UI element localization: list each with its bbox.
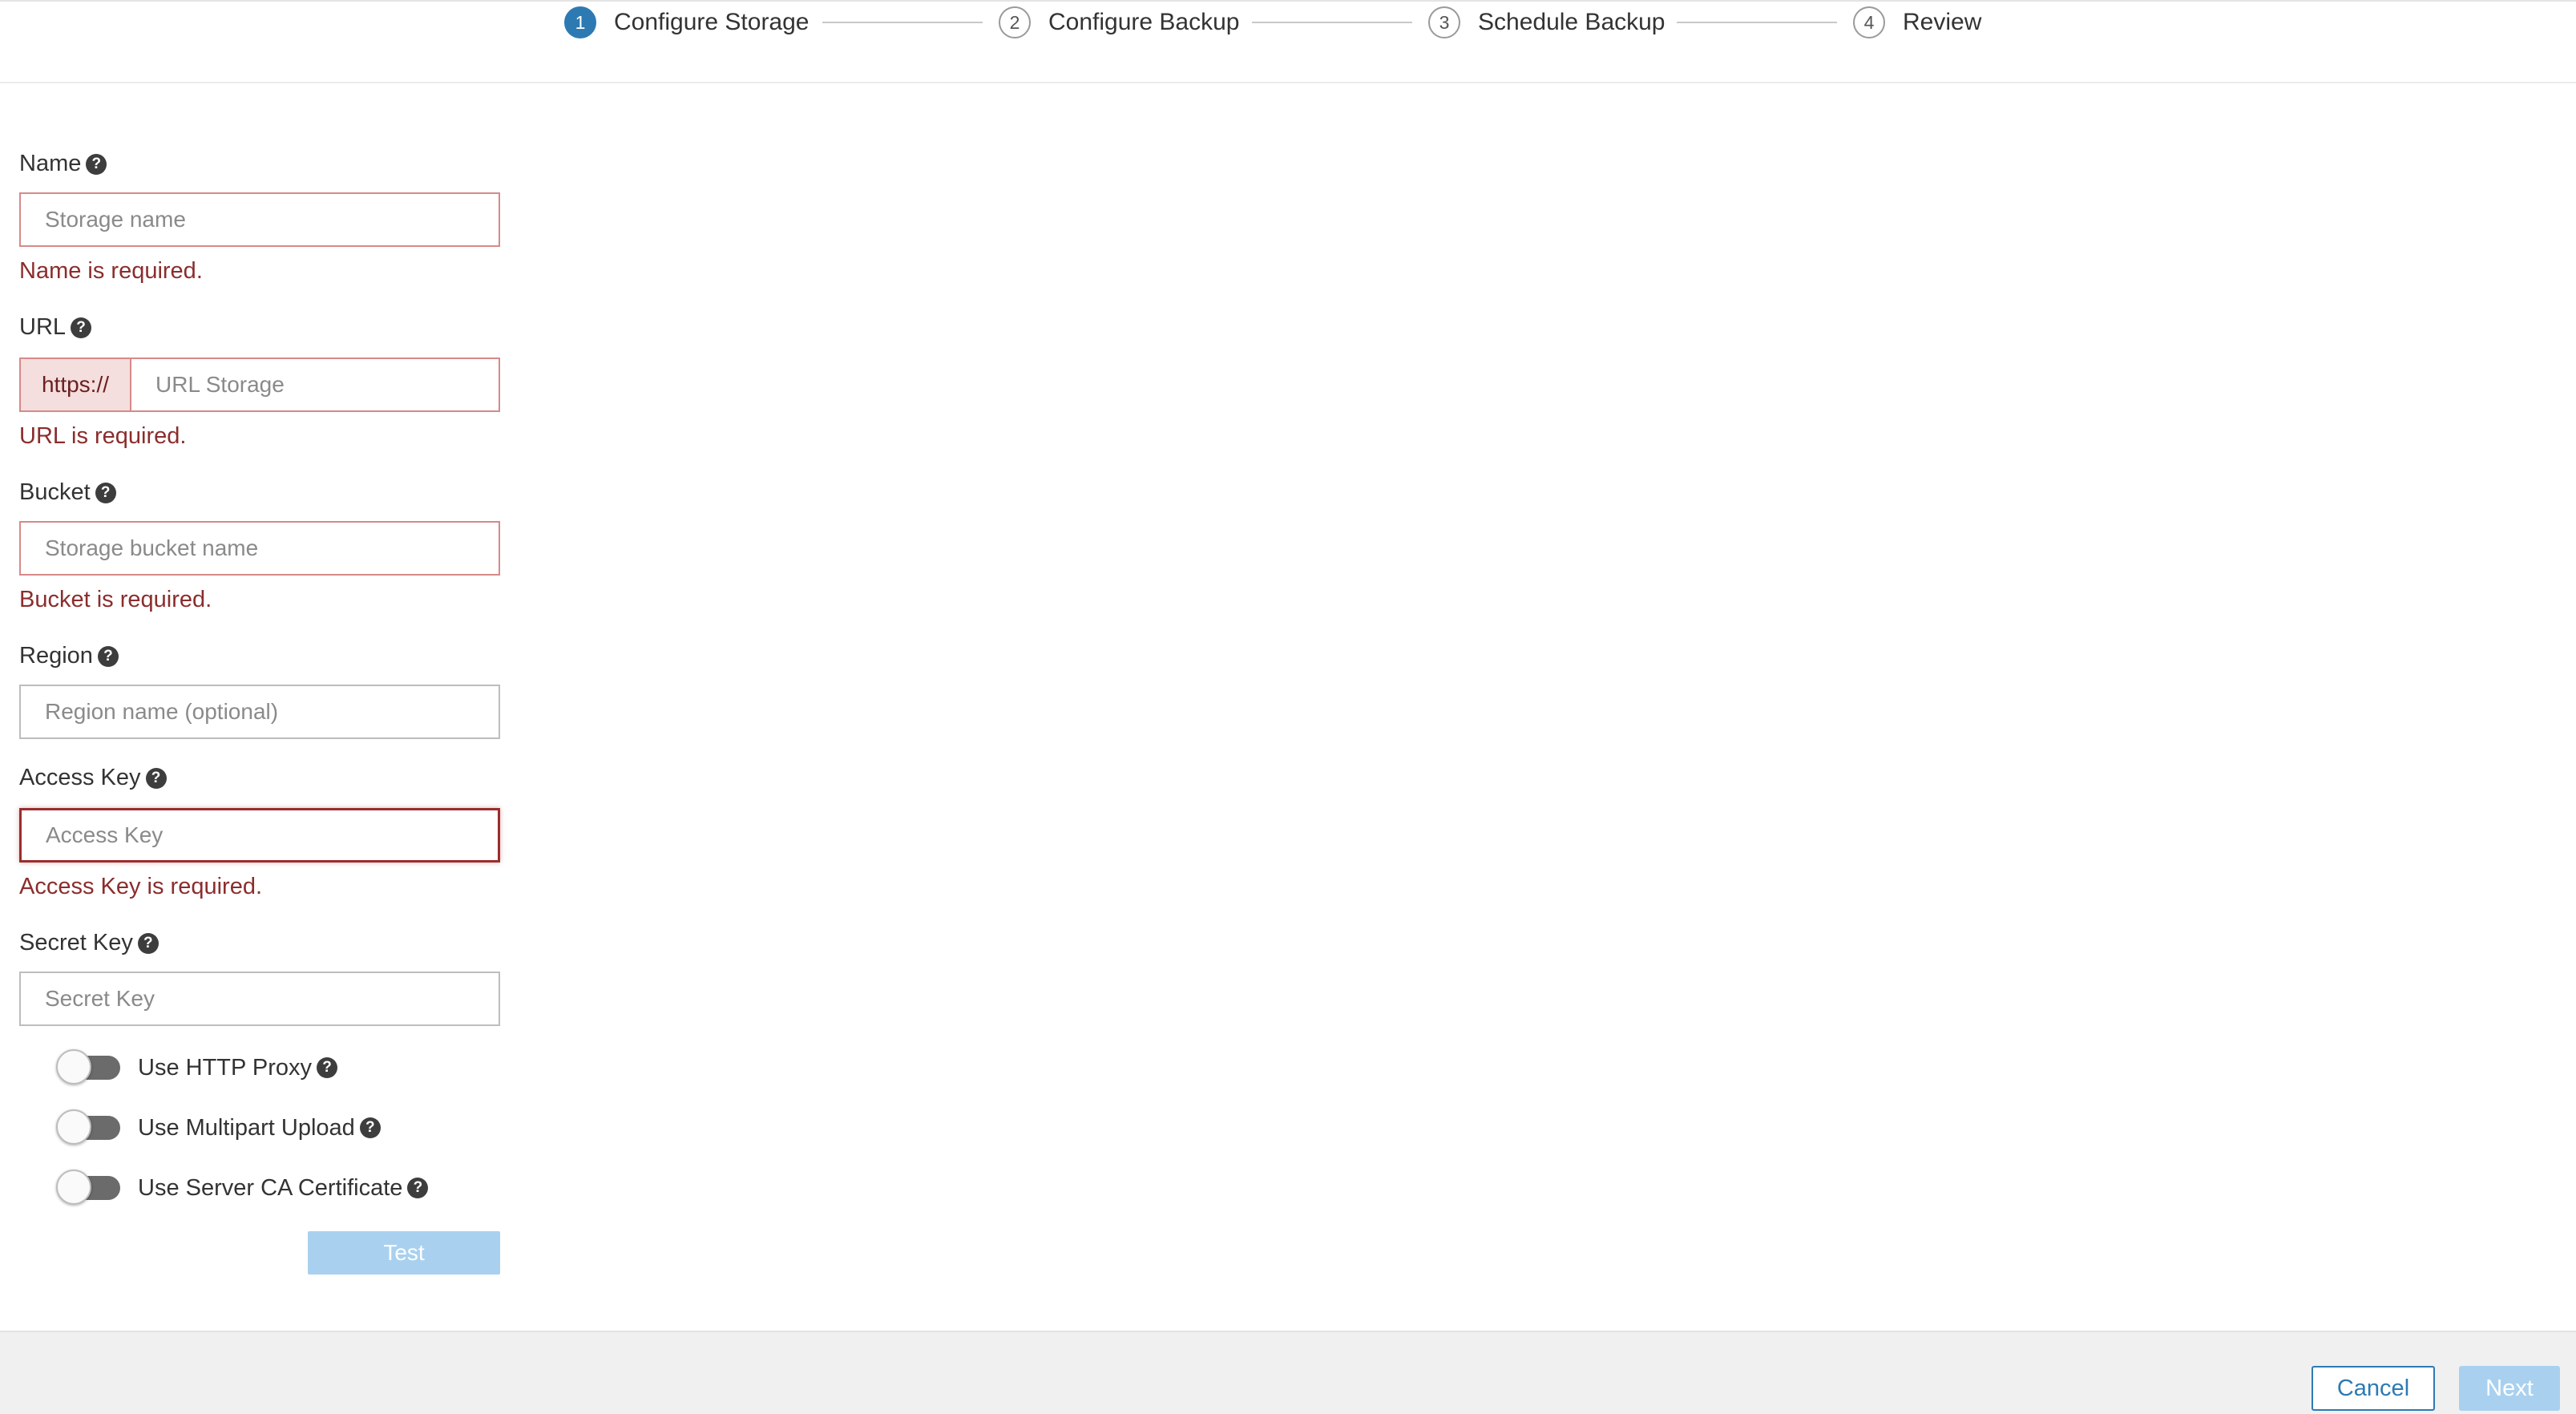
step-number: 1	[564, 6, 596, 38]
step-connector	[822, 22, 983, 23]
help-icon[interactable]: ?	[145, 767, 167, 789]
next-button[interactable]: Next	[2459, 1366, 2560, 1411]
test-button[interactable]: Test	[308, 1231, 500, 1275]
access-key-error: Access Key is required.	[19, 874, 263, 899]
url-label: URL ?	[19, 314, 92, 341]
step-number: 2	[999, 6, 1031, 38]
http-proxy-toggle[interactable]	[56, 1049, 120, 1085]
help-icon[interactable]: ?	[95, 482, 116, 503]
step-label: Configure Storage	[614, 9, 810, 35]
cancel-button[interactable]: Cancel	[2312, 1366, 2435, 1411]
multipart-upload-toggle-row: Use Multipart Upload ?	[56, 1109, 381, 1147]
multipart-upload-toggle[interactable]	[56, 1109, 120, 1145]
url-label-text: URL	[19, 314, 67, 340]
server-ca-toggle-row: Use Server CA Certificate ?	[56, 1169, 429, 1207]
name-label-text: Name	[19, 151, 82, 176]
name-label: Name ?	[19, 151, 107, 177]
region-label-text: Region	[19, 643, 93, 669]
secret-key-label: Secret Key ?	[19, 930, 159, 956]
toggle-knob	[56, 1109, 91, 1145]
secret-key-label-text: Secret Key	[19, 930, 133, 955]
server-ca-toggle[interactable]	[56, 1170, 120, 1205]
region-input[interactable]	[19, 685, 500, 739]
help-icon[interactable]: ?	[359, 1117, 381, 1138]
url-input[interactable]	[131, 358, 500, 412]
footer-bar: Cancel Next	[0, 1331, 2576, 1414]
http-proxy-label-text: Use HTTP Proxy	[138, 1054, 313, 1081]
access-key-label-text: Access Key	[19, 765, 141, 790]
access-key-label: Access Key ?	[19, 765, 167, 791]
step-connector	[1252, 22, 1412, 23]
step-number: 4	[1853, 6, 1885, 38]
bucket-label-text: Bucket	[19, 479, 91, 505]
wizard-step-configure-backup[interactable]: 2 Configure Backup	[999, 5, 1239, 40]
toggle-knob	[56, 1170, 91, 1205]
step-label: Review	[1903, 9, 1982, 35]
url-error: URL is required.	[19, 423, 187, 449]
step-connector	[1677, 22, 1837, 23]
toggle-knob	[56, 1049, 91, 1085]
step-label: Configure Backup	[1048, 9, 1240, 35]
help-icon[interactable]: ?	[71, 317, 92, 338]
help-icon[interactable]: ?	[407, 1178, 429, 1198]
bucket-input[interactable]	[19, 521, 500, 576]
name-error: Name is required.	[19, 258, 203, 284]
name-input[interactable]	[19, 192, 500, 247]
wizard-steps: 1 Configure Storage 2 Configure Backup 3…	[0, 0, 2576, 83]
multipart-upload-label-text: Use Multipart Upload	[138, 1114, 355, 1141]
step-number: 3	[1428, 6, 1460, 38]
multipart-upload-label: Use Multipart Upload ?	[138, 1115, 381, 1141]
url-input-group: https://	[19, 358, 500, 412]
server-ca-label-text: Use Server CA Certificate	[138, 1174, 403, 1201]
http-proxy-label: Use HTTP Proxy ?	[138, 1054, 338, 1081]
secret-key-input[interactable]	[19, 972, 500, 1026]
server-ca-label: Use Server CA Certificate ?	[138, 1174, 429, 1202]
http-proxy-toggle-row: Use HTTP Proxy ?	[56, 1048, 338, 1087]
wizard-step-schedule-backup[interactable]: 3 Schedule Backup	[1428, 5, 1666, 40]
help-icon[interactable]: ?	[137, 932, 159, 954]
wizard-step-review[interactable]: 4 Review	[1853, 5, 1981, 40]
region-label: Region ?	[19, 643, 119, 669]
url-prefix: https://	[19, 358, 131, 412]
help-icon[interactable]: ?	[97, 645, 119, 667]
help-icon[interactable]: ?	[86, 153, 107, 175]
help-icon[interactable]: ?	[317, 1057, 338, 1078]
access-key-input[interactable]	[19, 808, 500, 863]
bucket-label: Bucket ?	[19, 479, 116, 506]
bucket-error: Bucket is required.	[19, 587, 212, 612]
step-label: Schedule Backup	[1478, 9, 1666, 35]
wizard-step-configure-storage[interactable]: 1 Configure Storage	[564, 5, 810, 40]
